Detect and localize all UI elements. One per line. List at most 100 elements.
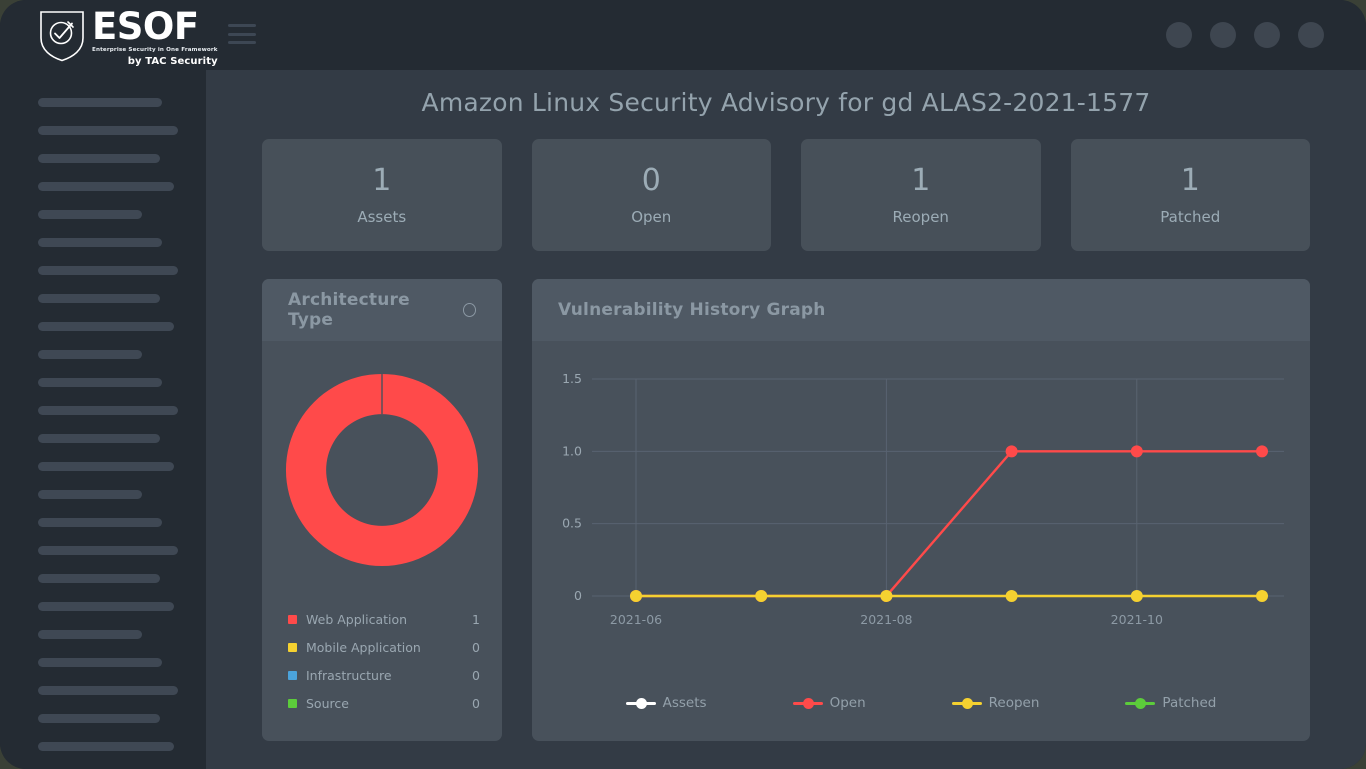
legend-marker-icon: [951, 697, 982, 709]
architecture-legend: Web Application 1 Mobile Application 0 Infra…: [262, 599, 502, 717]
action-placeholder-icon-4[interactable]: [1298, 22, 1324, 48]
sidebar-skeleton-item[interactable]: [0, 536, 206, 564]
chart-legend: Assets Open Reopen Patched: [532, 695, 1310, 711]
sidebar-skeleton-item[interactable]: [0, 676, 206, 704]
circle-info-icon[interactable]: [462, 303, 476, 317]
legend-label: Source: [306, 695, 349, 711]
stat-label: Patched: [1160, 208, 1221, 226]
sidebar-skeleton-item[interactable]: [0, 200, 206, 228]
legend-marker-icon: [625, 697, 656, 709]
sidebar-skeleton-item[interactable]: [0, 88, 206, 116]
stat-label: Assets: [357, 208, 407, 226]
main-content: Amazon Linux Security Advisory for gd AL…: [206, 70, 1366, 769]
architecture-legend-item[interactable]: Mobile Application 0: [288, 633, 480, 661]
skeleton-bar: [38, 377, 162, 387]
brand-logo[interactable]: ESOF Enterprise Security in One Framewor…: [38, 8, 218, 67]
legend-label: Open: [829, 695, 866, 711]
chart-legend-item-assets[interactable]: Assets: [625, 695, 707, 711]
action-placeholder-icon-2[interactable]: [1210, 22, 1236, 48]
sidebar-skeleton-item[interactable]: [0, 368, 206, 396]
sidebar-skeleton-item[interactable]: [0, 312, 206, 340]
legend-count: 0: [472, 639, 480, 655]
architecture-panel-title: Architecture Type: [288, 290, 410, 330]
data-point-reopen[interactable]: [755, 590, 768, 602]
sidebar-skeleton-item[interactable]: [0, 228, 206, 256]
skeleton-bar: [38, 489, 142, 499]
stat-card-patched[interactable]: 1 Patched: [1070, 139, 1310, 251]
legend-swatch-icon: [288, 614, 297, 624]
chart-legend-item-patched[interactable]: Patched: [1125, 695, 1216, 711]
data-point-reopen[interactable]: [1130, 590, 1143, 602]
vulnerability-history-panel: Vulnerability History Graph 0 0.5 1.0 1.5 20…: [532, 279, 1310, 741]
y-axis-tick-label: 1.0: [562, 443, 582, 458]
shield-check-icon: [40, 11, 84, 62]
stat-card-reopen[interactable]: 1 Reopen: [801, 139, 1041, 251]
sidebar-skeleton-item[interactable]: [0, 620, 206, 648]
legend-label: Mobile Application: [306, 639, 421, 655]
skeleton-bar: [38, 573, 160, 583]
data-point-open[interactable]: [1130, 445, 1143, 458]
sidebar-skeleton-item[interactable]: [0, 648, 206, 676]
architecture-legend-item[interactable]: Infrastructure 0: [288, 661, 480, 689]
stat-card-assets[interactable]: 1 Assets: [262, 139, 502, 251]
skeleton-bar: [38, 181, 174, 191]
data-point-reopen[interactable]: [630, 590, 642, 602]
data-point-reopen[interactable]: [1005, 590, 1018, 602]
data-point-reopen[interactable]: [1256, 590, 1268, 602]
skeleton-bar: [38, 741, 174, 751]
sidebar-skeleton-item[interactable]: [0, 144, 206, 172]
legend-swatch-icon: [288, 670, 297, 680]
data-point-reopen[interactable]: [880, 590, 893, 602]
hamburger-menu-icon[interactable]: [228, 22, 256, 46]
architecture-legend-item[interactable]: Web Application 1: [288, 605, 480, 633]
architecture-donut-chart: [262, 341, 502, 599]
sidebar-skeleton-item[interactable]: [0, 116, 206, 144]
skeleton-bar: [38, 237, 162, 247]
hamburger-bar: [228, 32, 256, 36]
stat-value: 1: [1180, 163, 1200, 198]
skeleton-bar: [38, 125, 178, 135]
data-point-open[interactable]: [1256, 445, 1268, 458]
skeleton-bar: [38, 685, 178, 695]
architecture-legend-item[interactable]: Source 0: [288, 689, 480, 717]
sidebar-skeleton-item[interactable]: [0, 284, 206, 312]
stat-card-open[interactable]: 0 Open: [531, 139, 771, 251]
skeleton-bar: [38, 629, 142, 639]
sidebar-skeleton-item[interactable]: [0, 480, 206, 508]
data-point-open[interactable]: [1005, 445, 1018, 458]
legend-label: Assets: [662, 695, 707, 711]
stat-value: 0: [641, 163, 661, 198]
sidebar-skeleton-item[interactable]: [0, 256, 206, 284]
chart-legend-item-open[interactable]: Open: [792, 695, 866, 711]
sidebar-nav[interactable]: [0, 70, 206, 769]
sidebar-skeleton-item[interactable]: [0, 732, 206, 760]
sidebar-skeleton-item[interactable]: [0, 452, 206, 480]
sidebar-skeleton-item[interactable]: [0, 340, 206, 368]
sidebar-skeleton-item[interactable]: [0, 396, 206, 424]
legend-swatch-icon: [288, 642, 297, 652]
sidebar-skeleton-item[interactable]: [0, 172, 206, 200]
sidebar-skeleton-item[interactable]: [0, 564, 206, 592]
chart-legend-item-reopen[interactable]: Reopen: [951, 695, 1040, 711]
action-placeholder-icon-1[interactable]: [1166, 22, 1192, 48]
y-axis-tick-label: 0: [574, 588, 582, 603]
graph-panel-header: Vulnerability History Graph: [532, 279, 1310, 341]
x-axis-tick-label: 2021-08: [860, 612, 912, 627]
skeleton-bar: [38, 97, 162, 107]
sidebar-skeleton-item[interactable]: [0, 704, 206, 732]
legend-label: Reopen: [988, 695, 1040, 711]
sidebar-skeleton-item[interactable]: [0, 424, 206, 452]
action-placeholder-icon-3[interactable]: [1254, 22, 1280, 48]
sidebar-skeleton-item[interactable]: [0, 508, 206, 536]
legend-dot: [635, 698, 647, 709]
skeleton-bar: [38, 433, 160, 443]
sidebar-skeleton-item[interactable]: [0, 592, 206, 620]
skeleton-bar: [38, 657, 162, 667]
stat-label: Reopen: [892, 208, 949, 226]
legend-dot: [1135, 698, 1147, 709]
x-axis-tick-label: 2021-10: [1111, 612, 1163, 627]
sidebar-skeleton-item[interactable]: [0, 760, 206, 769]
page-title: Amazon Linux Security Advisory for gd AL…: [421, 88, 1151, 117]
skeleton-bar: [38, 601, 174, 611]
legend-label: Web Application: [306, 611, 408, 627]
